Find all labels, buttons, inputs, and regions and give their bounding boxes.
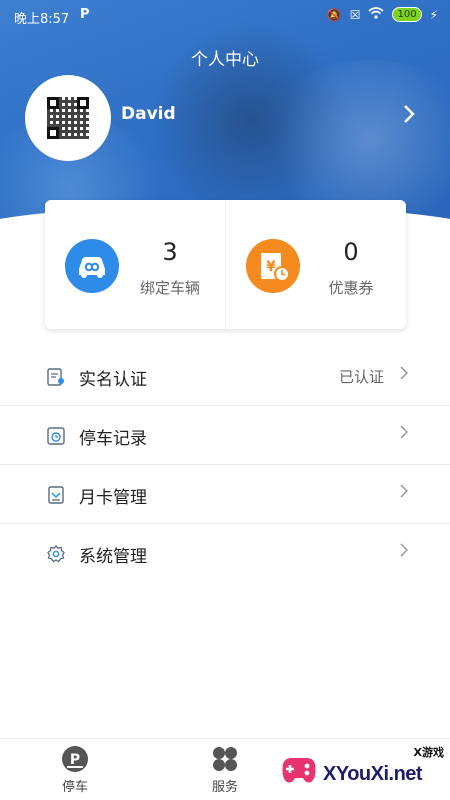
bound-vehicles-label: 绑定车辆	[139, 279, 200, 297]
menu-item-label: 系统管理	[79, 547, 147, 567]
menu-item-monthly-card[interactable]: 月卡管理	[0, 465, 450, 524]
app-indicator-icon: P	[80, 7, 90, 22]
status-bar: 晚上8:57 P 🔕 ☒ 100 ⚡	[0, 0, 450, 30]
wifi-icon	[368, 7, 384, 22]
chevron-right-icon	[400, 364, 409, 385]
chevron-right-icon	[400, 482, 409, 503]
qr-corner	[77, 97, 89, 109]
battery-indicator: 100	[392, 7, 422, 22]
car-link-icon	[65, 239, 119, 293]
menu-item-real-name-verification[interactable]: 实名认证 已认证	[0, 347, 450, 406]
watermark-small-text: X游戏	[413, 746, 444, 759]
sim-icon: ☒	[349, 7, 361, 22]
chevron-right-icon	[400, 541, 409, 562]
settings-icon	[46, 544, 66, 564]
gamepad-logo-icon	[277, 748, 321, 792]
qr-corner	[47, 127, 59, 139]
verification-status: 已认证	[338, 368, 384, 386]
monthly-card-icon	[46, 485, 66, 505]
bound-vehicles-stat[interactable]: 3 绑定车辆	[45, 200, 225, 329]
chevron-right-icon[interactable]	[403, 104, 415, 129]
menu-item-parking-records[interactable]: 停车记录	[0, 406, 450, 465]
qr-corner	[47, 97, 59, 109]
charging-icon: ⚡	[429, 7, 438, 22]
bound-vehicles-count: 3	[162, 238, 178, 266]
coupon-icon: ¥	[246, 239, 300, 293]
page-title: 个人中心	[191, 50, 259, 70]
menu-item-label: 停车记录	[79, 429, 147, 449]
parking-record-icon	[46, 426, 66, 446]
settings-menu: 实名认证 已认证 停车记录 月卡管理 系统管理	[0, 347, 450, 583]
svg-text:P: P	[70, 752, 80, 768]
user-name[interactable]: David	[121, 104, 176, 124]
menu-item-label: 月卡管理	[79, 488, 147, 508]
grid-icon	[211, 745, 239, 773]
tab-label: 停车	[61, 780, 88, 795]
menu-item-label: 实名认证	[79, 370, 147, 390]
watermark-text: XYouXi.net	[323, 763, 423, 785]
mute-bell-icon: 🔕	[326, 7, 342, 22]
stats-card: 3 绑定车辆 ¥ 0 优惠券	[45, 200, 406, 329]
menu-item-system-management[interactable]: 系统管理	[0, 524, 450, 583]
status-icons: 🔕 ☒ 100 ⚡	[327, 7, 438, 22]
chevron-right-icon	[400, 423, 409, 444]
coupons-stat[interactable]: ¥ 0 优惠券	[226, 200, 406, 329]
tab-services[interactable]: 服务	[185, 745, 265, 795]
tab-parking[interactable]: P 停车	[35, 745, 115, 795]
watermark: X游戏 XYouXi.net	[275, 740, 450, 800]
coupons-label: 优惠券	[328, 279, 374, 297]
tab-label: 服务	[211, 780, 238, 795]
parking-icon: P	[61, 745, 89, 773]
avatar[interactable]	[25, 75, 111, 161]
id-card-icon	[46, 367, 66, 387]
status-time: 晚上8:57	[14, 12, 70, 27]
bottom-tab-bar: P 停车 服务 X游戏 XYouXi.net	[0, 738, 450, 800]
coupons-count: 0	[343, 238, 359, 266]
